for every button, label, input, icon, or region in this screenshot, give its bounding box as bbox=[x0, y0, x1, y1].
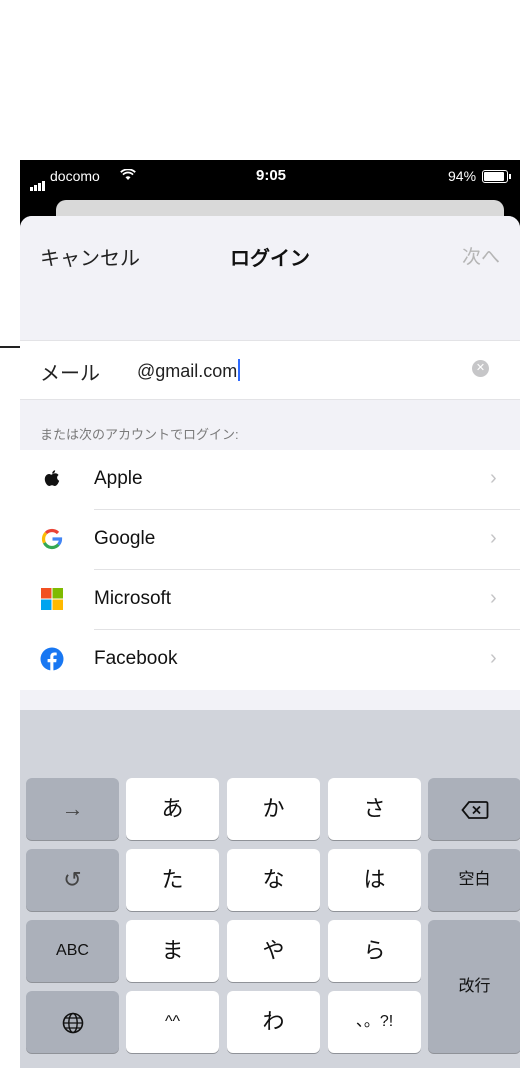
provider-apple[interactable]: Apple › bbox=[20, 450, 520, 510]
chevron-right-icon: › bbox=[490, 647, 497, 669]
clear-icon[interactable]: ✕ bbox=[472, 360, 489, 377]
provider-google[interactable]: Google › bbox=[20, 510, 520, 570]
provider-list: Apple › Google › Microsoft › Facebook › bbox=[20, 450, 520, 690]
abc-key[interactable]: ABC bbox=[26, 920, 119, 982]
page-title: ログイン bbox=[230, 248, 310, 270]
provider-label: Facebook bbox=[94, 648, 178, 669]
globe-key[interactable] bbox=[26, 991, 119, 1053]
email-field[interactable]: メール @gmail.com ✕ bbox=[20, 340, 520, 400]
key-ya[interactable]: や bbox=[227, 920, 320, 982]
apple-logo-icon bbox=[40, 467, 64, 491]
delete-key[interactable] bbox=[428, 778, 520, 840]
provider-microsoft[interactable]: Microsoft › bbox=[20, 570, 520, 630]
battery-percent: 94% bbox=[448, 168, 477, 184]
email-input[interactable]: @gmail.com bbox=[137, 359, 241, 382]
carrier-name: docomo bbox=[50, 168, 100, 184]
login-sheet: キャンセル ログイン 次へ メール @gmail.com ✕ または次のアカウン… bbox=[20, 216, 520, 1068]
battery-icon bbox=[482, 170, 511, 183]
signal-icon bbox=[30, 173, 46, 191]
nav-bar: キャンセル ログイン 次へ bbox=[20, 216, 520, 292]
key-ka[interactable]: か bbox=[227, 778, 320, 840]
arrow-key[interactable]: → bbox=[26, 778, 119, 840]
text-caret bbox=[238, 359, 241, 381]
next-button[interactable]: 次へ bbox=[462, 242, 500, 269]
key-punctuation[interactable]: 、。?! bbox=[328, 991, 421, 1053]
globe-icon bbox=[62, 1009, 84, 1034]
return-key[interactable]: 改行 bbox=[428, 920, 520, 1053]
status-bar: docomo 9:05 94% bbox=[20, 160, 520, 196]
cancel-button[interactable]: キャンセル bbox=[40, 242, 140, 271]
key-ra[interactable]: ら bbox=[328, 920, 421, 982]
key-na[interactable]: な bbox=[227, 849, 320, 911]
keyboard: → あ か さ ↺ た な は 空白 ABC ま や ら 改行 ^^ わ 、。?… bbox=[20, 710, 520, 1068]
key-ha[interactable]: は bbox=[328, 849, 421, 911]
key-ta[interactable]: た bbox=[126, 849, 219, 911]
wifi-icon bbox=[120, 168, 136, 184]
provider-label: Apple bbox=[94, 468, 143, 489]
chevron-right-icon: › bbox=[490, 527, 497, 549]
email-label: メール bbox=[40, 363, 100, 385]
section-header: または次のアカウントでログイン: bbox=[40, 427, 239, 442]
key-wa[interactable]: わ bbox=[227, 991, 320, 1053]
key-ma[interactable]: ま bbox=[126, 920, 219, 982]
provider-label: Google bbox=[94, 528, 156, 549]
key-sa[interactable]: さ bbox=[328, 778, 421, 840]
clock: 9:05 bbox=[256, 167, 287, 184]
key-emoticon[interactable]: ^^ bbox=[126, 991, 219, 1053]
undo-key[interactable]: ↺ bbox=[26, 849, 119, 911]
phone-screen: docomo 9:05 94% キャンセル ログイン 次へ メール @gmail… bbox=[20, 160, 520, 1068]
microsoft-logo-icon bbox=[40, 587, 64, 611]
delete-icon bbox=[460, 796, 489, 821]
chevron-right-icon: › bbox=[490, 587, 497, 609]
provider-facebook[interactable]: Facebook › bbox=[20, 630, 520, 690]
google-logo-icon bbox=[40, 527, 64, 551]
facebook-logo-icon bbox=[40, 647, 64, 671]
key-a[interactable]: あ bbox=[126, 778, 219, 840]
provider-label: Microsoft bbox=[94, 588, 172, 609]
chevron-right-icon: › bbox=[490, 467, 497, 489]
space-key[interactable]: 空白 bbox=[428, 849, 520, 911]
